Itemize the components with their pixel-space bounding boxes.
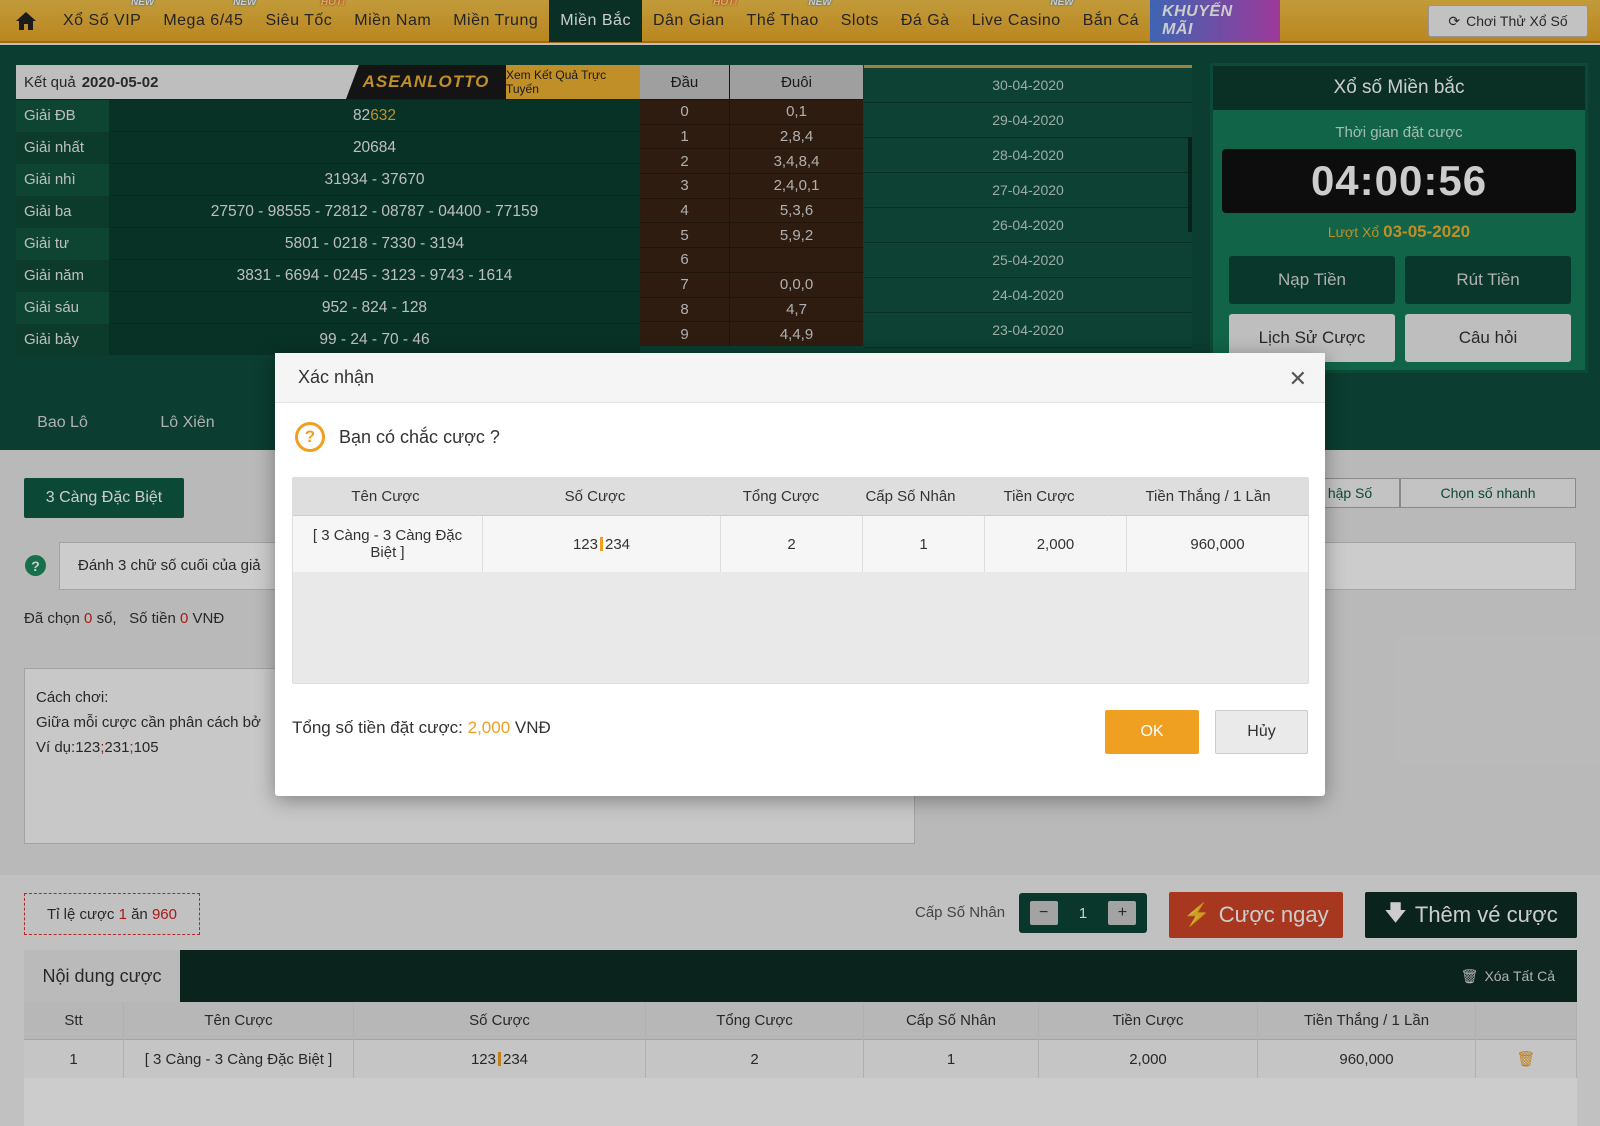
cell-multiplier: 1 — [863, 516, 985, 572]
cell-total: 2 — [721, 516, 863, 572]
dialog-title: Xác nhận — [298, 367, 375, 387]
col-total: Tổng Cược — [712, 477, 851, 516]
total-unit: VNĐ — [514, 718, 551, 737]
cell-amount: 2,000 — [985, 516, 1127, 572]
total-value: 2,000 — [467, 718, 511, 737]
dialog-table: Tên Cược Số Cược Tổng Cược Cấp Số Nhân T… — [292, 477, 1309, 684]
number-b: 234 — [605, 535, 631, 553]
cell-win: 960,000 — [1190, 535, 1245, 553]
col-multiplier: Cấp Số Nhân — [851, 477, 971, 516]
col-amount: Tiền Cược — [971, 477, 1108, 516]
close-icon[interactable]: ✕ — [1289, 366, 1307, 392]
dialog-table-header: Tên Cược Số Cược Tổng Cược Cấp Số Nhân T… — [293, 477, 1308, 516]
col-number: Số Cược — [479, 477, 712, 516]
col-name: Tên Cược — [293, 477, 479, 516]
table-row: [ 3 Càng - 3 Càng Đặc Biệt ] 123 234 2 1 … — [293, 516, 1308, 572]
cancel-button[interactable]: Hủy — [1215, 710, 1308, 754]
total-label: Tổng số tiền đặt cược: — [292, 718, 463, 737]
dialog-header: Xác nhận ✕ — [275, 353, 1325, 403]
cell-name: [ 3 Càng - 3 Càng Đặc Biệt ] — [293, 516, 483, 572]
col-win: Tiền Thắng / 1 Lần — [1145, 488, 1271, 505]
dialog-total: Tổng số tiền đặt cược: 2,000 VNĐ — [292, 718, 551, 738]
number-a: 123 — [572, 535, 598, 553]
ok-button[interactable]: OK — [1105, 710, 1199, 754]
question-icon: ? — [295, 422, 325, 452]
question-text: Bạn có chắc cược ? — [339, 426, 500, 447]
confirm-dialog: Xác nhận ✕ ? Bạn có chắc cược ? Tên Cược… — [275, 353, 1325, 796]
cell-number: 123 234 — [483, 516, 721, 572]
dialog-question: ? Bạn có chắc cược ? — [295, 422, 500, 452]
